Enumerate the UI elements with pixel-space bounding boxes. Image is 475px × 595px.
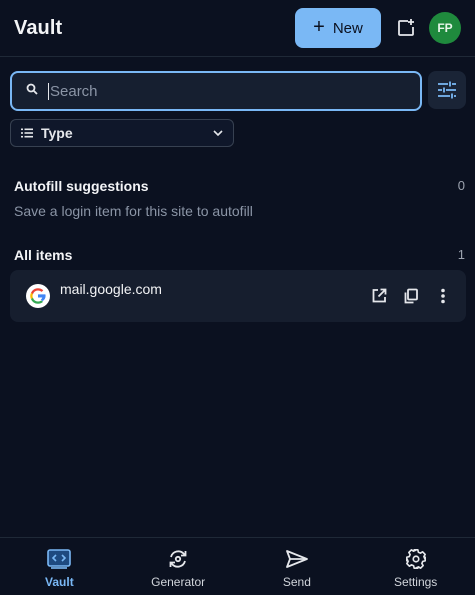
send-icon [285,547,309,571]
nav-label-generator: Generator [151,575,206,589]
autofill-count: 0 [457,178,465,193]
search-row [10,71,466,111]
item-actions [370,287,452,305]
header: Vault + New FP [0,0,475,57]
bottom-nav: Vault Generator Send Settings [0,537,475,595]
nav-item-settings[interactable]: Settings [356,538,475,595]
type-filter-dropdown[interactable]: Type [10,119,234,147]
filter-sliders-icon[interactable] [428,71,466,109]
copy-icon[interactable] [402,287,420,305]
nav-label-send: Send [282,575,311,589]
list-item[interactable]: mail.google.com [10,270,466,322]
search-input[interactable] [48,82,388,100]
type-filter-label: Type [41,125,73,141]
generator-icon [167,547,189,571]
nav-label-settings: Settings [393,575,438,589]
chevron-down-icon [213,130,223,136]
autofill-section-header: Autofill suggestions 0 [14,178,465,194]
nav-item-send[interactable]: Send [238,538,357,595]
page-title: Vault [14,16,63,39]
new-button-label: New [332,19,363,37]
item-name[interactable]: mail.google.com [60,281,162,297]
search-box[interactable] [10,71,422,111]
nav-label-vault: Vault [45,575,74,589]
list-icon [21,128,33,138]
header-actions: + New FP [295,8,461,48]
all-items-title: All items [14,247,73,263]
launch-external-icon[interactable] [370,287,388,305]
all-items-count: 1 [457,247,465,262]
vault-icon [47,547,72,571]
nav-item-generator[interactable]: Generator [119,538,238,595]
search-icon [26,82,38,100]
new-button[interactable]: + New [295,8,381,48]
settings-icon [405,547,427,571]
autofill-hint: Save a login item for this site to autof… [14,203,253,219]
more-options-icon[interactable] [434,287,452,305]
nav-item-vault[interactable]: Vault [0,538,119,595]
avatar[interactable]: FP [429,12,461,44]
autofill-title: Autofill suggestions [14,178,149,194]
plus-icon: + [313,16,325,38]
all-items-section-header: All items 1 [14,247,465,263]
popout-icon[interactable] [395,17,417,39]
google-icon [26,284,50,308]
